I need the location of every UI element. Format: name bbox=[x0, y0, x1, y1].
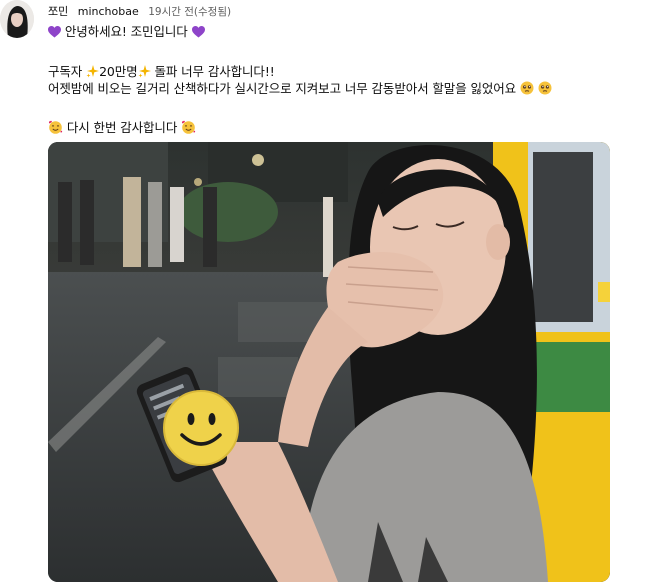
smiley-face-sticker bbox=[162, 389, 240, 467]
post-text-line-4: 다시 한번 감사합니다 bbox=[48, 120, 196, 138]
purple-heart-icon bbox=[191, 26, 205, 42]
post-timestamp[interactable]: 19시간 전(수정됨) bbox=[148, 6, 231, 18]
sparkles-icon bbox=[86, 65, 100, 82]
post-image[interactable] bbox=[48, 142, 610, 582]
story-text: 어젯밤에 비오는 길거리 산책하다가 실시간으로 지켜보고 너무 감동받아서 할… bbox=[48, 81, 517, 96]
channel-name[interactable]: 쪼민 bbox=[48, 5, 68, 18]
smiling-face-with-hearts-icon bbox=[48, 120, 63, 138]
post-text-line-3: 어젯밤에 비오는 길거리 산책하다가 실시간으로 지켜보고 너무 감동받아서 할… bbox=[48, 81, 552, 99]
smiling-face-with-hearts-icon bbox=[181, 120, 196, 138]
channel-handle[interactable]: minchobae bbox=[78, 5, 139, 18]
closing-thanks-text: 다시 한번 감사합니다 bbox=[66, 120, 178, 135]
pleading-face-icon bbox=[520, 81, 534, 99]
avatar[interactable] bbox=[0, 0, 34, 38]
subscriber-count: 20만명 bbox=[99, 64, 138, 79]
greeting-text: 안녕하세요! 조민입니다 bbox=[64, 24, 188, 39]
sparkles-icon bbox=[138, 65, 151, 82]
post-header: 쪼민 minchobae 19시간 전(수정됨) bbox=[48, 3, 231, 19]
purple-heart-icon bbox=[48, 26, 61, 42]
subscriber-label: 구독자 bbox=[48, 64, 83, 79]
pleading-face-icon bbox=[538, 81, 552, 99]
thanks-text: 돌파 너무 감사합니다!! bbox=[154, 64, 275, 79]
post-text-line-1: 안녕하세요! 조민입니다 bbox=[48, 24, 205, 42]
post-text-line-2: 구독자 20만명 돌파 너무 감사합니다!! bbox=[48, 64, 275, 82]
